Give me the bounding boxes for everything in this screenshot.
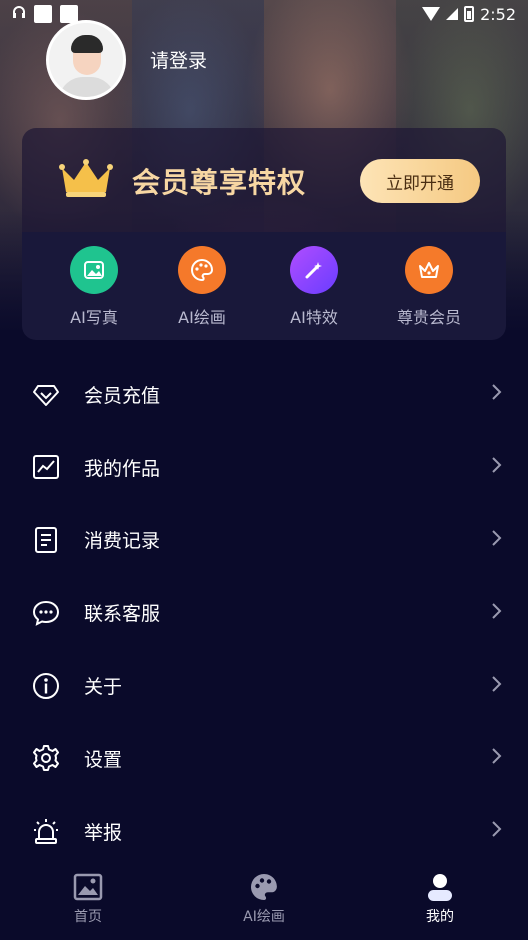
alarm-icon: [32, 817, 60, 845]
wifi-icon: [422, 7, 441, 21]
menu-label: 设置: [84, 748, 123, 771]
settings-menu: 会员充值 我的作品 消费记录 联系客服 关于 设置 举报: [0, 358, 528, 868]
chevron-right-icon: [490, 820, 502, 842]
bottom-nav: 首页 AI绘画 我的: [0, 862, 528, 940]
nav-label: AI绘画: [243, 909, 285, 925]
diamond-icon: [32, 380, 60, 408]
chevron-right-icon: [490, 602, 502, 624]
feature-premium-member[interactable]: 尊贵会员: [379, 246, 479, 328]
chevron-right-icon: [490, 747, 502, 769]
menu-label: 联系客服: [84, 603, 161, 626]
feature-ai-portrait[interactable]: AI写真: [44, 246, 144, 328]
signal-icon: [446, 8, 459, 20]
info-icon: [32, 672, 60, 700]
crown-icon: [405, 246, 453, 294]
feature-label: AI写真: [70, 308, 118, 327]
nav-tab-ai-painting[interactable]: AI绘画: [176, 862, 352, 940]
avatar[interactable]: [46, 20, 126, 100]
feature-ai-painting[interactable]: AI绘画: [152, 246, 252, 328]
chat-bubble-icon: [32, 599, 60, 627]
vip-card: 会员尊享特权 立即开通 AI写真 AI绘画 AI特效 尊贵会员: [22, 128, 506, 340]
chevron-right-icon: [490, 383, 502, 405]
activate-vip-button[interactable]: 立即开通: [360, 159, 480, 203]
menu-item-settings[interactable]: 设置: [0, 722, 528, 795]
menu-label: 关于: [84, 676, 123, 699]
document-icon: [32, 526, 60, 554]
nav-label: 我的: [426, 909, 454, 925]
vip-features: AI写真 AI绘画 AI特效 尊贵会员: [22, 232, 506, 340]
menu-label: 会员充值: [84, 384, 161, 407]
image-icon: [73, 872, 103, 902]
nav-tab-home[interactable]: 首页: [0, 862, 176, 940]
menu-item-my-works[interactable]: 我的作品: [0, 431, 528, 504]
palette-icon: [249, 872, 279, 902]
menu-item-spending-records[interactable]: 消费记录: [0, 504, 528, 577]
notification-square-icon: [34, 5, 52, 23]
chevron-right-icon: [490, 456, 502, 478]
chart-icon: [32, 453, 60, 481]
menu-item-about[interactable]: 关于: [0, 649, 528, 722]
crown-icon: [59, 159, 113, 197]
gear-icon: [32, 744, 60, 772]
photo-icon: [70, 246, 118, 294]
feature-ai-effects[interactable]: AI特效: [264, 246, 364, 328]
user-icon: [425, 872, 455, 902]
headphones-icon: [12, 5, 26, 23]
menu-item-customer-service[interactable]: 联系客服: [0, 576, 528, 649]
menu-label: 举报: [84, 821, 123, 844]
battery-icon: [464, 6, 475, 22]
menu-item-report[interactable]: 举报: [0, 795, 528, 868]
nav-label: 首页: [74, 909, 102, 925]
vip-title: 会员尊享特权: [132, 166, 307, 199]
palette-icon: [178, 246, 226, 294]
login-link[interactable]: 请登录: [150, 46, 207, 73]
feature-label: 尊贵会员: [396, 308, 461, 327]
menu-item-membership-recharge[interactable]: 会员充值: [0, 358, 528, 431]
menu-label: 我的作品: [84, 457, 161, 480]
nav-tab-mine[interactable]: 我的: [352, 862, 528, 940]
vip-banner: 会员尊享特权 立即开通: [22, 128, 506, 232]
magic-wand-icon: [290, 246, 338, 294]
chevron-right-icon: [490, 675, 502, 697]
feature-label: AI特效: [290, 308, 338, 327]
menu-label: 消费记录: [84, 530, 161, 553]
status-time: 2:52: [480, 4, 516, 24]
chevron-right-icon: [490, 529, 502, 551]
feature-label: AI绘画: [178, 308, 226, 327]
